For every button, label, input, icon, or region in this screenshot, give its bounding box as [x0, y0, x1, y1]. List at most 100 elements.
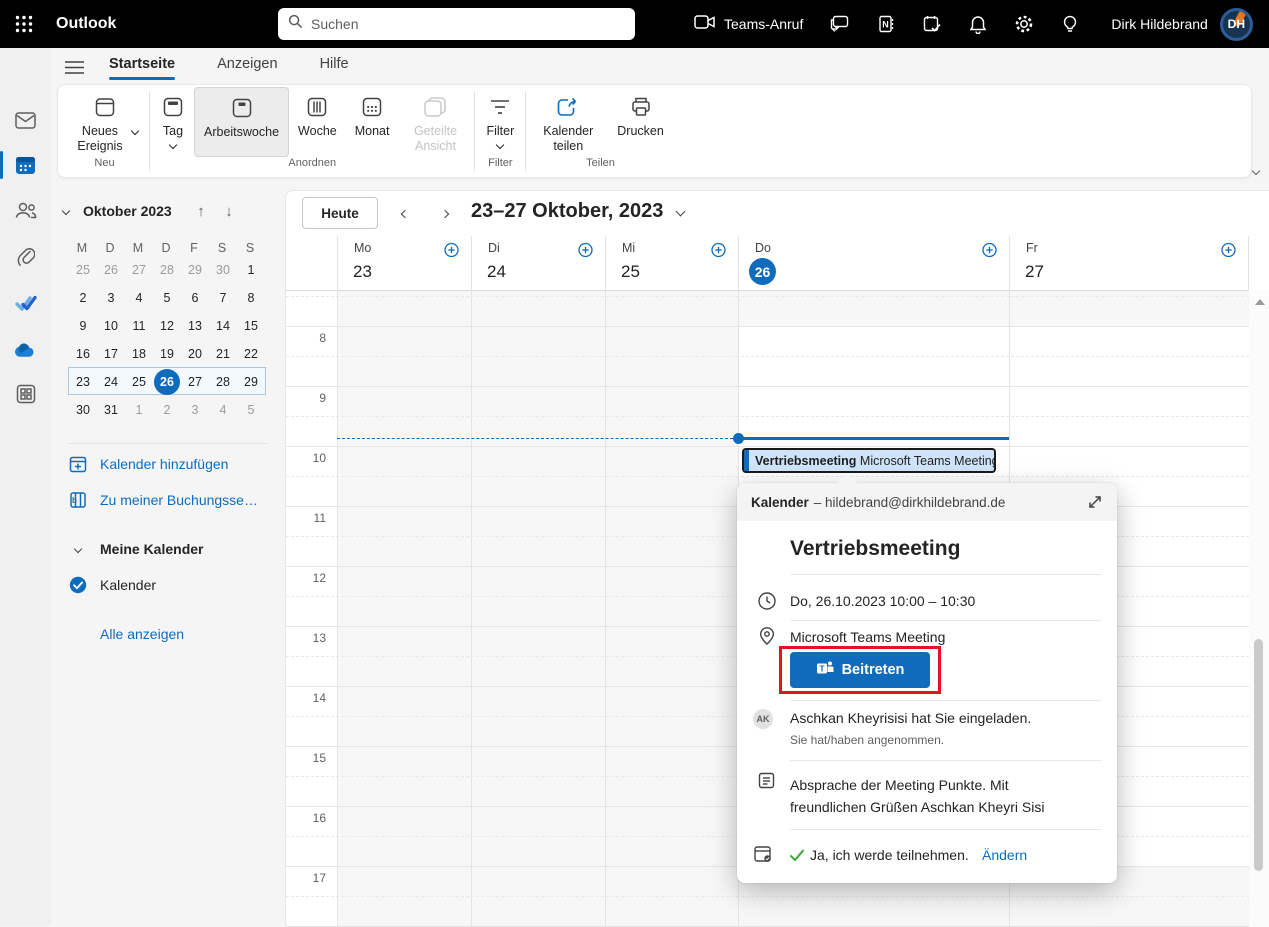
add-event-plus-icon[interactable]	[577, 242, 594, 259]
minical-day-cell[interactable]: 4	[209, 396, 237, 424]
more-apps-grid-icon[interactable]	[0, 374, 51, 414]
add-calendar-link[interactable]: Kalender hinzufügen	[51, 450, 285, 478]
minical-day-cell[interactable]: 31	[97, 396, 125, 424]
minical-title[interactable]: Oktober 2023	[83, 203, 187, 219]
minical-day-cell[interactable]: 8	[237, 284, 265, 312]
menu-hamburger-icon[interactable]	[57, 54, 91, 80]
mail-icon[interactable]	[0, 100, 51, 140]
filter-button[interactable]: Filter	[477, 87, 523, 157]
minical-day-cell[interactable]: 13	[181, 312, 209, 340]
minical-day-cell[interactable]: 3	[97, 284, 125, 312]
minical-day-cell[interactable]: 22	[237, 340, 265, 368]
minical-day-cell[interactable]: 5	[237, 396, 265, 424]
app-launcher-icon[interactable]	[0, 0, 48, 48]
vertical-scrollbar[interactable]	[1249, 291, 1269, 927]
minical-collapse-chevron-icon[interactable]	[61, 206, 71, 216]
minical-day-cell[interactable]: 20	[181, 340, 209, 368]
minical-day-cell[interactable]: 25	[125, 368, 153, 396]
user-avatar[interactable]: DH	[1219, 7, 1253, 41]
work-week-view-button[interactable]: Arbeitswoche	[194, 87, 290, 157]
expand-popup-icon[interactable]	[1087, 494, 1103, 510]
minical-day-cell[interactable]: 7	[209, 284, 237, 312]
minical-day-cell[interactable]: 6	[181, 284, 209, 312]
calendar-list-item[interactable]: Kalender	[51, 571, 285, 599]
booking-page-link[interactable]: b Zu meiner Buchungsse…	[51, 486, 285, 514]
tasks-icon[interactable]	[909, 0, 955, 48]
notebook-icon[interactable]: N	[863, 0, 909, 48]
add-event-plus-icon[interactable]	[1220, 242, 1237, 259]
day-header-fr[interactable]: Fr 27	[1009, 236, 1249, 291]
minical-day-cell[interactable]: 5	[153, 284, 181, 312]
week-view-button[interactable]: Woche	[289, 87, 346, 157]
minical-day-cell[interactable]: 28	[153, 256, 181, 284]
minical-day-cell[interactable]: 29	[237, 368, 265, 396]
share-calendar-button[interactable]: Kalender teilen	[528, 87, 608, 157]
minical-day-cell[interactable]: 24	[97, 368, 125, 396]
scrollbar-thumb[interactable]	[1254, 639, 1263, 871]
teams-call-button[interactable]: Teams-Anruf	[694, 14, 817, 35]
minical-day-cell[interactable]: 29	[181, 256, 209, 284]
minical-day-cell[interactable]: 12	[153, 312, 181, 340]
minical-day-cell[interactable]: 26	[154, 369, 180, 395]
minical-day-cell[interactable]: 19	[153, 340, 181, 368]
minical-day-cell[interactable]: 27	[125, 256, 153, 284]
minical-day-cell[interactable]: 26	[97, 256, 125, 284]
minical-day-cell[interactable]: 27	[181, 368, 209, 396]
minical-day-cell[interactable]: 16	[69, 340, 97, 368]
settings-gear-icon[interactable]	[1001, 0, 1047, 48]
minical-day-cell[interactable]: 2	[153, 396, 181, 424]
minical-next-month-icon[interactable]: ↓	[215, 203, 243, 220]
day-header-di[interactable]: Di 24	[471, 236, 605, 291]
add-event-plus-icon[interactable]	[710, 242, 727, 259]
day-header-mi[interactable]: Mi 25	[605, 236, 738, 291]
tab-anzeigen[interactable]: Anzeigen	[217, 56, 277, 78]
minical-day-cell[interactable]: 11	[125, 312, 153, 340]
date-range-title[interactable]: 23–27 Oktober, 2023	[471, 200, 686, 223]
minical-day-cell[interactable]: 2	[69, 284, 97, 312]
minical-day-cell[interactable]: 23	[69, 368, 97, 396]
show-all-link[interactable]: Alle anzeigen	[51, 620, 285, 648]
minical-day-cell[interactable]: 1	[125, 396, 153, 424]
minical-day-cell[interactable]: 10	[97, 312, 125, 340]
my-calendars-section[interactable]: Meine Kalender	[51, 535, 285, 563]
minical-day-cell[interactable]: 25	[69, 256, 97, 284]
print-button[interactable]: Drucken	[608, 87, 673, 157]
minical-day-cell[interactable]: 3	[181, 396, 209, 424]
minical-day-cell[interactable]: 21	[209, 340, 237, 368]
minical-prev-month-icon[interactable]: ↑	[187, 203, 215, 220]
month-view-button[interactable]: Monat	[346, 87, 399, 157]
minical-day-cell[interactable]: 4	[125, 284, 153, 312]
minical-day-cell[interactable]: 30	[69, 396, 97, 424]
chat-icon[interactable]	[817, 0, 863, 48]
today-button[interactable]: Heute	[302, 197, 378, 229]
add-event-plus-icon[interactable]	[981, 242, 998, 259]
tab-hilfe[interactable]: Hilfe	[320, 56, 349, 78]
minical-day-cell[interactable]: 28	[209, 368, 237, 396]
join-teams-button[interactable]: T Beitreten	[790, 652, 930, 688]
people-icon[interactable]	[0, 190, 51, 230]
next-week-chevron-icon[interactable]	[433, 205, 457, 223]
prev-week-chevron-icon[interactable]	[393, 205, 417, 223]
new-event-button[interactable]: Neues Ereignis	[62, 87, 147, 157]
event-vertriebsmeeting[interactable]: Vertriebsmeeting Microsoft Teams Meeting…	[742, 448, 996, 473]
minical-day-cell[interactable]: 30	[209, 256, 237, 284]
day-view-button[interactable]: Tag	[152, 87, 194, 157]
minical-day-cell[interactable]: 14	[209, 312, 237, 340]
change-response-link[interactable]: Ändern	[982, 847, 1027, 863]
tips-lightbulb-icon[interactable]	[1047, 0, 1093, 48]
minical-day-cell[interactable]: 1	[237, 256, 265, 284]
onedrive-cloud-icon[interactable]	[0, 329, 51, 369]
attachments-paperclip-icon[interactable]	[0, 236, 51, 276]
todo-check-icon[interactable]	[0, 283, 51, 323]
search-input[interactable]: Suchen	[278, 8, 635, 40]
notifications-bell-icon[interactable]	[955, 0, 1001, 48]
ribbon-collapse-chevron-icon[interactable]	[1251, 161, 1261, 179]
minical-day-cell[interactable]: 18	[125, 340, 153, 368]
add-event-plus-icon[interactable]	[443, 242, 460, 259]
day-header-do-today[interactable]: Do 26	[738, 236, 1009, 291]
scroll-up-arrow[interactable]	[1255, 299, 1265, 305]
day-header-mo[interactable]: Mo 23	[337, 236, 471, 291]
minical-day-cell[interactable]: 9	[69, 312, 97, 340]
minical-day-cell[interactable]: 15	[237, 312, 265, 340]
minical-day-cell[interactable]: 17	[97, 340, 125, 368]
